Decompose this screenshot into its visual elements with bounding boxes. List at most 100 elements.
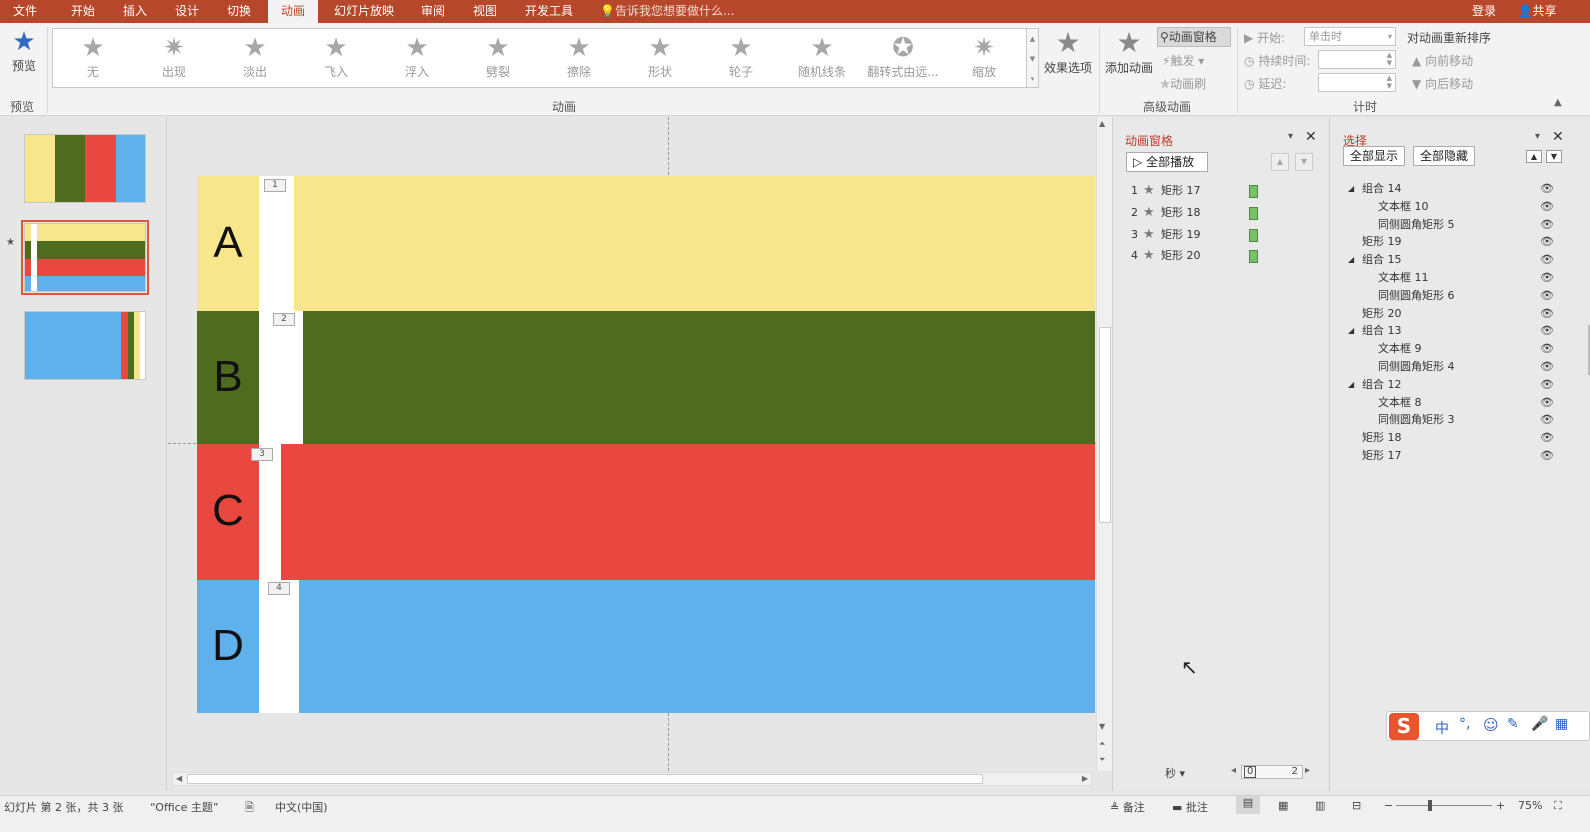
emoji-icon[interactable]: ☺ bbox=[1483, 716, 1499, 734]
gallery-item-shape[interactable]: ★ 形状 bbox=[620, 31, 700, 87]
tab-developer[interactable]: 开发工具 bbox=[516, 0, 582, 23]
close-icon[interactable]: ✕ bbox=[1552, 129, 1564, 145]
timing-bar[interactable] bbox=[1249, 185, 1258, 198]
band-c[interactable] bbox=[197, 444, 1095, 580]
notes-button[interactable]: ≜ 备注 bbox=[1110, 799, 1145, 815]
selection-item[interactable]: 文本框 11 👁 bbox=[1330, 269, 1580, 287]
scroll-right-icon[interactable]: ▶ bbox=[1082, 773, 1088, 785]
visibility-eye-icon[interactable]: 👁 bbox=[1540, 394, 1554, 412]
zoom-level[interactable]: 75% bbox=[1518, 799, 1542, 812]
chevron-down-icon[interactable]: ▾ bbox=[1288, 131, 1293, 142]
animation-item[interactable]: 4 ★ 矩形 20 bbox=[1131, 247, 1258, 265]
scroll-thumb[interactable] bbox=[1099, 327, 1111, 523]
visibility-eye-icon[interactable]: 👁 bbox=[1540, 269, 1554, 287]
visibility-eye-icon[interactable]: 👁 bbox=[1540, 429, 1554, 447]
visibility-eye-icon[interactable]: 👁 bbox=[1540, 411, 1554, 429]
selection-item[interactable]: 同侧圆角矩形 3 👁 bbox=[1330, 411, 1580, 429]
spellcheck-icon[interactable]: 🗎 bbox=[245, 799, 254, 818]
visibility-eye-icon[interactable]: 👁 bbox=[1540, 216, 1554, 234]
tab-review[interactable]: 审阅 bbox=[410, 0, 456, 23]
next-slide-icon[interactable]: ⏷ bbox=[1099, 755, 1105, 765]
selection-item[interactable]: 同侧圆角矩形 5 👁 bbox=[1330, 216, 1580, 234]
move-later-button[interactable]: ▼ 向后移动 bbox=[1412, 75, 1473, 92]
previous-slide-icon[interactable]: ⏶ bbox=[1099, 739, 1105, 749]
sogou-logo-icon[interactable]: S bbox=[1389, 713, 1419, 740]
selection-item[interactable]: 矩形 17 👁 bbox=[1330, 447, 1580, 465]
selection-item[interactable]: 同侧圆角矩形 6 👁 bbox=[1330, 287, 1580, 305]
reading-view-icon[interactable]: ▥ bbox=[1315, 799, 1325, 812]
zoom-in-icon[interactable]: + bbox=[1496, 799, 1505, 812]
animation-item[interactable]: 3 ★ 矩形 19 bbox=[1131, 226, 1258, 244]
login-link[interactable]: 登录 bbox=[1464, 0, 1504, 23]
selection-item[interactable]: 文本框 10 👁 bbox=[1330, 198, 1580, 216]
selection-item[interactable]: 矩形 19 👁 bbox=[1330, 233, 1580, 251]
move-up-icon[interactable]: ▲ bbox=[1271, 153, 1289, 171]
gallery-scroll[interactable]: ▲ ▼ ▾ bbox=[1027, 28, 1039, 88]
timing-bar[interactable] bbox=[1249, 250, 1258, 263]
visibility-eye-icon[interactable]: 👁 bbox=[1540, 305, 1554, 323]
gallery-item-zoom[interactable]: ✷ 缩放 bbox=[944, 31, 1024, 87]
language-indicator[interactable]: 中文(中国) bbox=[275, 799, 328, 815]
gallery-item-fly-in[interactable]: ★ 飞入 bbox=[296, 31, 376, 87]
move-down-icon[interactable]: ▼ bbox=[1295, 153, 1313, 171]
visibility-eye-icon[interactable]: 👁 bbox=[1540, 340, 1554, 358]
zoom-slider[interactable] bbox=[1396, 805, 1492, 806]
gallery-item-float-in[interactable]: ★ 浮入 bbox=[377, 31, 457, 87]
punctuation-icon[interactable]: °, bbox=[1459, 716, 1470, 732]
gallery-item-grow-turn[interactable]: ✪ 翻转式由远... bbox=[863, 31, 943, 87]
tab-slideshow[interactable]: 幻灯片放映 bbox=[326, 0, 402, 23]
tab-b[interactable]: B bbox=[197, 311, 259, 442]
seconds-dropdown[interactable]: 秒 ▾ bbox=[1165, 765, 1185, 781]
ime-toolbar[interactable]: S 中 °, ☺ ✎ 🎤 ▦ bbox=[1386, 711, 1590, 741]
microphone-icon[interactable]: 🎤 bbox=[1531, 716, 1548, 732]
selection-item[interactable]: 文本框 9 👁 bbox=[1330, 340, 1580, 358]
gallery-item-fade[interactable]: ★ 淡出 bbox=[215, 31, 295, 87]
collapse-ribbon-icon[interactable]: ▲ bbox=[1554, 97, 1562, 108]
selection-item[interactable]: 文本框 8 👁 bbox=[1330, 394, 1580, 412]
tab-home[interactable]: 开始 bbox=[60, 0, 106, 23]
band-d[interactable] bbox=[197, 580, 1095, 713]
visibility-eye-icon[interactable]: 👁 bbox=[1540, 233, 1554, 251]
send-backward-icon[interactable]: ▼ bbox=[1546, 150, 1562, 163]
band-b[interactable] bbox=[197, 311, 1095, 444]
visibility-eye-icon[interactable]: 👁 bbox=[1540, 251, 1554, 269]
timeline-ruler[interactable]: 02 bbox=[1241, 765, 1303, 779]
timeline-left-icon[interactable]: ◂ bbox=[1231, 765, 1236, 776]
gallery-item-wipe[interactable]: ★ 擦除 bbox=[539, 31, 619, 87]
slide[interactable]: A 1 B 2 C 3 D 4 bbox=[197, 176, 1095, 713]
timing-bar[interactable] bbox=[1249, 207, 1258, 220]
slide-thumbnail-1[interactable] bbox=[24, 134, 146, 203]
animation-order-tag[interactable]: 3 bbox=[251, 448, 273, 461]
trigger-button[interactable]: ⚡触发 ▾ bbox=[1162, 52, 1204, 69]
tab-design[interactable]: 设计 bbox=[164, 0, 210, 23]
animation-gallery[interactable]: ★ 无 ✷ 出现 ★ 淡出 ★ 飞入 ★ 浮入 ★ 劈裂 ★ 擦除 ★ 形状 ★ 轮子 ★ 随机线条… bbox=[52, 28, 1027, 88]
effect-options-button[interactable]: ★ 效果选项 bbox=[1042, 27, 1094, 76]
tell-me-box[interactable]: 💡告诉我您想要做什么... bbox=[600, 0, 740, 23]
expand-triangle-icon[interactable]: ◢ bbox=[1348, 322, 1354, 340]
band-a[interactable] bbox=[197, 176, 1095, 311]
gallery-item-wheel[interactable]: ★ 轮子 bbox=[701, 31, 781, 87]
animation-order-tag[interactable]: 1 bbox=[264, 179, 286, 192]
expand-triangle-icon[interactable]: ◢ bbox=[1348, 376, 1354, 394]
tab-animations[interactable]: 动画 bbox=[268, 0, 318, 23]
pen-icon[interactable]: ✎ bbox=[1507, 716, 1519, 732]
gallery-item-none[interactable]: ★ 无 bbox=[53, 31, 133, 87]
animation-pane-button[interactable]: ⚲动画窗格 bbox=[1157, 27, 1231, 47]
tab-view[interactable]: 视图 bbox=[462, 0, 508, 23]
scroll-thumb[interactable] bbox=[187, 774, 983, 784]
visibility-eye-icon[interactable]: 👁 bbox=[1540, 287, 1554, 305]
preview-button[interactable]: ★ 预览 bbox=[6, 27, 42, 74]
selection-item[interactable]: ◢ 组合 14 👁 bbox=[1330, 180, 1580, 198]
expand-triangle-icon[interactable]: ◢ bbox=[1348, 180, 1354, 198]
chevron-down-icon[interactable]: ▾ bbox=[1535, 131, 1540, 142]
duration-input[interactable]: ▲ ▼ bbox=[1318, 50, 1396, 69]
bring-forward-icon[interactable]: ▲ bbox=[1526, 150, 1542, 163]
animation-painter-button[interactable]: ✯动画刷 bbox=[1160, 75, 1206, 92]
visibility-eye-icon[interactable]: 👁 bbox=[1540, 180, 1554, 198]
share-button[interactable]: 👤共享 bbox=[1512, 0, 1562, 23]
visibility-eye-icon[interactable]: 👁 bbox=[1540, 322, 1554, 340]
ime-language-toggle[interactable]: 中 bbox=[1435, 718, 1449, 738]
scroll-up-icon[interactable]: ▲ bbox=[1099, 119, 1105, 128]
hide-all-button[interactable]: 全部隐藏 bbox=[1413, 146, 1476, 166]
animation-item[interactable]: 1 ★ 矩形 17 bbox=[1131, 182, 1258, 200]
